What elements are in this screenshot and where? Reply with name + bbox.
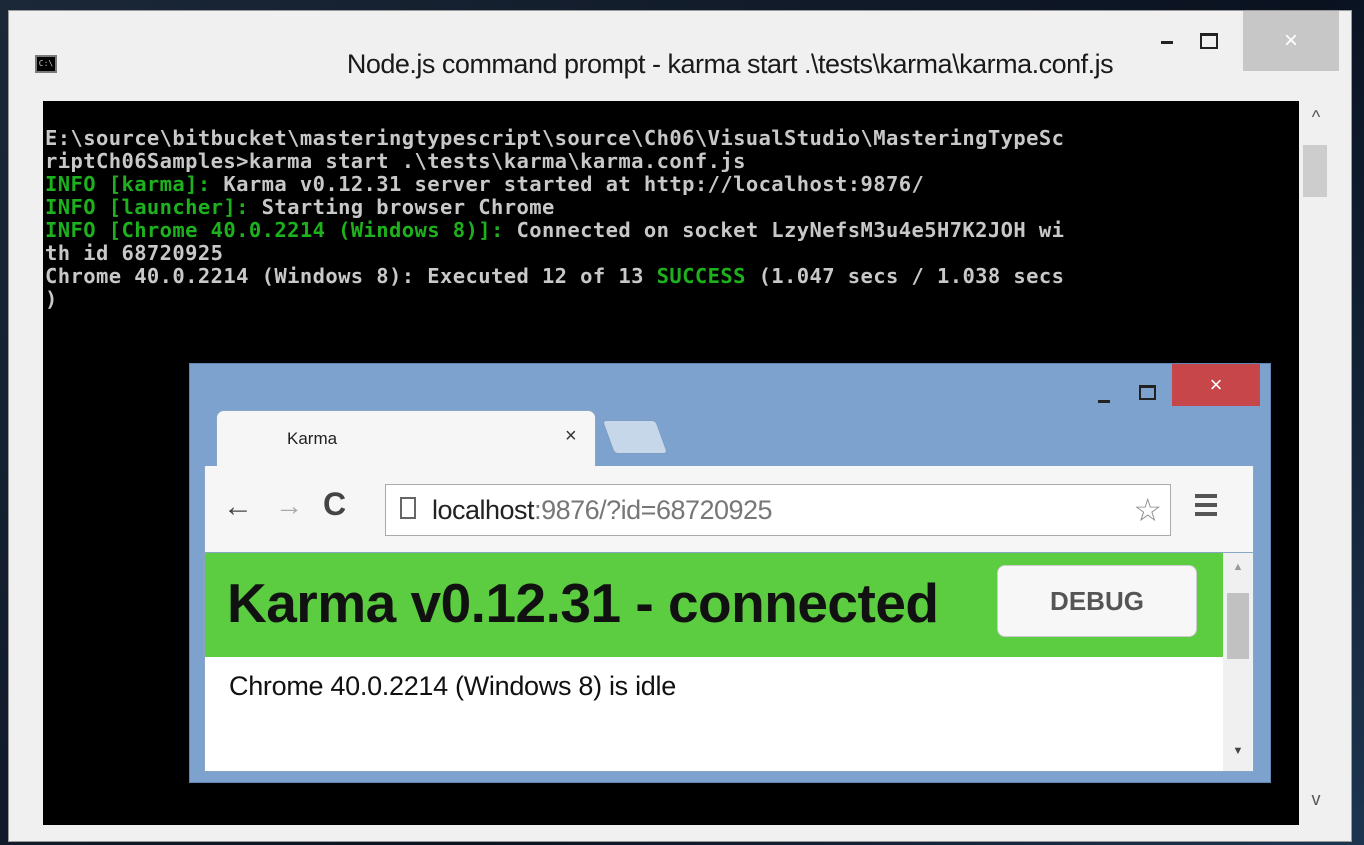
console-line: ) — [45, 288, 1299, 311]
minimize-icon — [1161, 41, 1173, 44]
browser-status-text: Chrome 40.0.2214 (Windows 8) is idle — [229, 671, 676, 701]
minimize-icon — [1098, 400, 1110, 403]
console-segment: Chrome 40.0.2214 (Windows 8): Executed 1… — [45, 264, 657, 288]
url-text[interactable]: localhost:9876/?id=68720925 — [432, 495, 773, 526]
console-segment: riptCh06Samples>karma start .\tests\karm… — [45, 149, 746, 173]
banner-title: Karma v0.12.31 - connected — [227, 572, 939, 634]
reload-icon[interactable]: C — [323, 486, 346, 523]
console-segment: Starting browser Chrome — [248, 195, 555, 219]
back-arrow-icon[interactable]: ← — [223, 490, 253, 524]
address-bar[interactable]: localhost:9876/?id=68720925 ☆ — [385, 484, 1171, 536]
console-line: th id 68720925 — [45, 242, 1299, 265]
scroll-down-icon[interactable]: ▼ — [1223, 745, 1253, 757]
console-line: Chrome 40.0.2214 (Windows 8): Executed 1… — [45, 265, 1299, 288]
console-segment: E:\source\bitbucket\masteringtypescript\… — [45, 126, 1065, 150]
console-segment: INFO [karma]: — [45, 172, 211, 196]
browser-close-button[interactable]: × — [1172, 364, 1260, 406]
console-line: INFO [karma]: Karma v0.12.31 server star… — [45, 173, 1299, 196]
forward-arrow-icon[interactable]: → — [275, 490, 303, 522]
console-segment: SUCCESS — [656, 264, 746, 288]
maximize-icon — [1200, 33, 1218, 49]
console-line: riptCh06Samples>karma start .\tests\karm… — [45, 150, 1299, 173]
chrome-browser-window: × Karma × ← → C localhost:9876/?id=68720… — [189, 363, 1271, 783]
page-icon — [400, 497, 416, 519]
page-scrollbar[interactable]: ▲ ▼ — [1223, 553, 1253, 771]
console-segment: INFO [launcher]: — [45, 195, 249, 219]
console-line: INFO [Chrome 40.0.2214 (Windows 8)]: Con… — [45, 219, 1299, 242]
console-segment: (1.047 secs / 1.038 secs — [745, 264, 1065, 288]
scrollbar-thumb[interactable] — [1303, 145, 1327, 197]
scroll-up-icon[interactable]: ^ — [1299, 107, 1333, 137]
scrollbar-thumb[interactable] — [1227, 593, 1249, 659]
console-scrollbar[interactable]: ^ v — [1299, 101, 1333, 825]
console-segment: ) — [45, 287, 58, 311]
url-path: :9876/?id=68720925 — [534, 495, 773, 525]
console-line: INFO [launcher]: Starting browser Chrome — [45, 196, 1299, 219]
browser-toolbar: ← → C localhost:9876/?id=68720925 ☆ — [204, 466, 1254, 552]
url-host: localhost — [432, 495, 535, 525]
karma-banner: Karma v0.12.31 - connected DEBUG — [205, 553, 1223, 657]
console-segment: th id 68720925 — [45, 241, 224, 265]
console-segment: Connected on socket LzyNefsM3u4e5H7K2JOH… — [503, 218, 1065, 242]
console-line: E:\source\bitbucket\masteringtypescript\… — [45, 127, 1299, 150]
maximize-icon — [1139, 385, 1156, 400]
close-button[interactable]: × — [1243, 11, 1339, 71]
tab-karma[interactable]: Karma × — [216, 410, 596, 468]
console-segment: Karma v0.12.31 server started at http://… — [210, 172, 925, 196]
hamburger-menu-icon[interactable] — [1195, 494, 1217, 518]
maximize-button[interactable] — [1184, 11, 1234, 71]
scroll-up-icon[interactable]: ▲ — [1223, 561, 1253, 573]
new-tab-button[interactable] — [601, 420, 669, 454]
page-viewport: Karma v0.12.31 - connected DEBUG Chrome … — [204, 552, 1254, 772]
bookmark-star-icon[interactable]: ☆ — [1133, 491, 1162, 529]
command-prompt-titlebar[interactable]: C:\ Node.js command prompt - karma start… — [9, 11, 1351, 101]
browser-minimize-button[interactable] — [1086, 376, 1126, 406]
console-segment: INFO [Chrome 40.0.2214 (Windows 8)]: — [45, 218, 504, 242]
tab-title: Karma — [287, 429, 338, 448]
console-text: E:\source\bitbucket\masteringtypescript\… — [43, 101, 1299, 311]
debug-button[interactable]: DEBUG — [997, 565, 1197, 637]
browser-maximize-button[interactable] — [1130, 374, 1164, 404]
scroll-down-icon[interactable]: v — [1299, 789, 1333, 819]
tab-close-icon[interactable]: × — [565, 425, 577, 448]
